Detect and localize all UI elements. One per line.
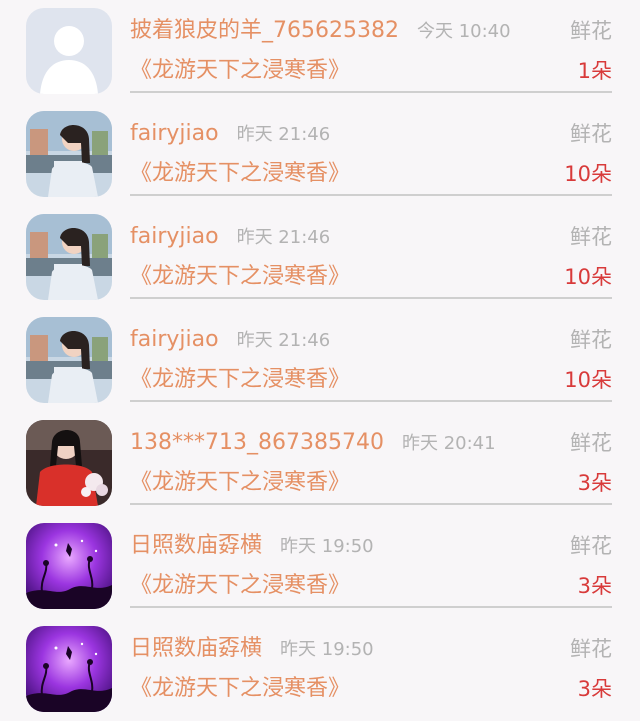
divider [130, 91, 612, 93]
user-name-line: 日照数庙孬横 昨天 19:50 [130, 529, 374, 564]
gift-record-row[interactable]: fairyjiao 昨天 21:46 鲜花 《龙游天下之浸寒香》 10朵 [0, 206, 640, 309]
avatar[interactable] [26, 317, 112, 403]
book-title[interactable]: 《龙游天下之浸寒香》 [130, 363, 350, 397]
avatar[interactable] [26, 523, 112, 609]
timestamp: 昨天 19:50 [280, 536, 374, 557]
gift-count: 10朵 [564, 162, 612, 186]
gift-record-row[interactable]: fairyjiao 昨天 21:46 鲜花 《龙游天下之浸寒香》 10朵 [0, 309, 640, 412]
book-title[interactable]: 《龙游天下之浸寒香》 [130, 260, 350, 294]
book-title[interactable]: 《龙游天下之浸寒香》 [130, 569, 350, 603]
user-photo-icon [26, 317, 112, 403]
gift-record-row[interactable]: 披着狼皮的羊_765625382 今天 10:40 鲜花 《龙游天下之浸寒香》 1… [0, 0, 640, 103]
divider [130, 503, 612, 505]
user-photo-icon [26, 214, 112, 300]
user-name-line: 披着狼皮的羊_765625382 今天 10:40 [130, 14, 511, 49]
gift-type: 鲜花 [570, 19, 612, 43]
user-name[interactable]: fairyjiao [130, 327, 219, 352]
timestamp: 昨天 21:46 [236, 227, 331, 248]
user-name-line: 日照数庙孬横 昨天 19:50 [130, 632, 374, 667]
user-name-line: fairyjiao 昨天 21:46 [130, 220, 330, 255]
avatar[interactable] [26, 626, 112, 712]
avatar[interactable] [26, 214, 112, 300]
book-title[interactable]: 《龙游天下之浸寒香》 [130, 54, 350, 88]
avatar[interactable] [26, 420, 112, 506]
default-avatar-icon [26, 8, 112, 94]
user-name[interactable]: fairyjiao [130, 121, 219, 146]
gift-type: 鲜花 [570, 637, 612, 661]
gift-count: 3朵 [577, 574, 612, 598]
gift-type: 鲜花 [570, 122, 612, 146]
user-name[interactable]: 披着狼皮的羊_765625382 [130, 18, 399, 43]
gift-record-row[interactable]: 日照数庙孬横 昨天 19:50 鲜花 《龙游天下之浸寒香》 3朵 [0, 515, 640, 618]
divider [130, 400, 612, 402]
fairy-silhouette-icon [26, 523, 112, 609]
timestamp: 昨天 19:50 [280, 639, 374, 660]
gift-type: 鲜花 [570, 328, 612, 352]
avatar[interactable] [26, 111, 112, 197]
user-name[interactable]: 138***713_867385740 [130, 430, 384, 455]
user-name-line: fairyjiao 昨天 21:46 [130, 117, 330, 152]
gift-type: 鲜花 [570, 534, 612, 558]
gift-count: 3朵 [577, 471, 612, 495]
user-name[interactable]: 日照数庙孬横 [130, 533, 262, 558]
user-photo-icon [26, 111, 112, 197]
book-title[interactable]: 《龙游天下之浸寒香》 [130, 157, 350, 191]
gift-count: 1朵 [577, 59, 612, 83]
fairy-silhouette-icon [26, 626, 112, 712]
gift-record-row[interactable]: 日照数庙孬横 昨天 19:50 鲜花 《龙游天下之浸寒香》 3朵 [0, 618, 640, 721]
gift-record-row[interactable]: fairyjiao 昨天 21:46 鲜花 《龙游天下之浸寒香》 10朵 [0, 103, 640, 206]
avatar[interactable] [26, 8, 112, 94]
timestamp: 昨天 21:46 [236, 330, 331, 351]
gift-type: 鲜花 [570, 431, 612, 455]
timestamp: 昨天 20:41 [401, 433, 496, 454]
user-name[interactable]: 日照数庙孬横 [130, 636, 262, 661]
user-name-line: 138***713_867385740 昨天 20:41 [130, 426, 496, 461]
gift-record-list: 披着狼皮的羊_765625382 今天 10:40 鲜花 《龙游天下之浸寒香》 1… [0, 0, 640, 712]
divider [130, 606, 612, 608]
gift-type: 鲜花 [570, 225, 612, 249]
timestamp: 今天 10:40 [416, 21, 511, 42]
timestamp: 昨天 21:46 [236, 124, 331, 145]
divider [130, 297, 612, 299]
user-name[interactable]: fairyjiao [130, 224, 219, 249]
gift-count: 10朵 [564, 265, 612, 289]
gift-count: 10朵 [564, 368, 612, 392]
book-title[interactable]: 《龙游天下之浸寒香》 [130, 466, 350, 500]
user-name-line: fairyjiao 昨天 21:46 [130, 323, 330, 358]
gift-count: 3朵 [577, 677, 612, 701]
book-title[interactable]: 《龙游天下之浸寒香》 [130, 672, 350, 706]
user-photo-icon [26, 420, 112, 506]
gift-record-row[interactable]: 138***713_867385740 昨天 20:41 鲜花 《龙游天下之浸寒香… [0, 412, 640, 515]
divider [130, 194, 612, 196]
